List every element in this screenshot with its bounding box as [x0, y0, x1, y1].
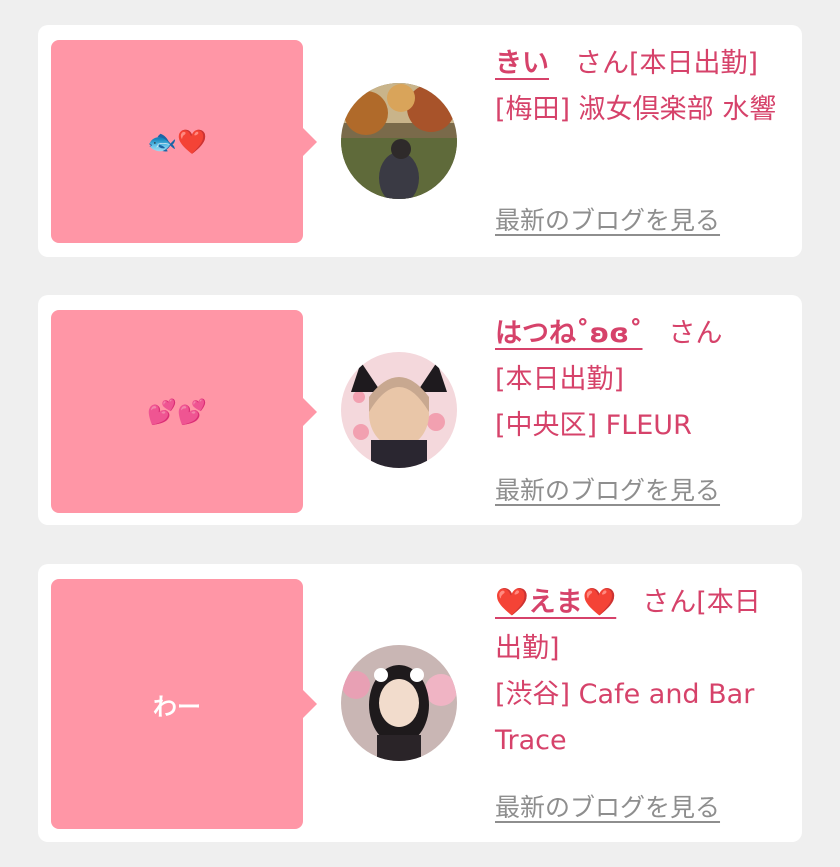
comment-text: 💕💕: [147, 397, 207, 426]
latest-blog-link[interactable]: 最新のブログを見る: [495, 788, 720, 824]
post-card: 🐟❤️ きい さん[本日出勤] [梅田] 淑女倶楽部 水響 最新のブログを見る: [38, 25, 802, 257]
comment-bubble: 🐟❤️: [51, 40, 317, 243]
honorific: さん: [575, 48, 629, 79]
comment-text: 🐟❤️: [147, 127, 207, 156]
comment-bubble: わー: [51, 579, 317, 829]
honorific: さん: [668, 318, 723, 349]
avatar-photo: [341, 645, 457, 761]
honorific: さん: [642, 587, 697, 618]
avatar-photo: [341, 352, 457, 468]
comment-bubble: 💕💕: [51, 310, 317, 513]
post-info: はつね˚ʚɞ˚ さん [本日出勤] [中央区] FLEUR: [495, 311, 786, 449]
cast-name-link[interactable]: きい: [495, 48, 549, 79]
latest-blog-link[interactable]: 最新のブログを見る: [495, 201, 720, 237]
post-info: ❤️えま❤️ さん[本日出勤] [渋谷] Cafe and Bar Trace: [495, 580, 786, 764]
latest-blog-link[interactable]: 最新のブログを見る: [495, 471, 720, 507]
post-info: きい さん[本日出勤] [梅田] 淑女倶楽部 水響: [495, 41, 786, 133]
post-card: 💕💕 はつね˚ʚɞ˚ さん [本日出勤] [中央区] FLEUR 最新のブログを見…: [38, 295, 802, 525]
cast-name-link[interactable]: ❤️えま❤️: [495, 587, 616, 618]
status-text: [本日出勤]: [629, 48, 759, 79]
avatar[interactable]: [341, 352, 457, 468]
shop-name: FLEUR: [605, 410, 692, 441]
area-text: [中央区]: [495, 410, 598, 441]
avatar-photo: [341, 83, 457, 199]
shop-name: 淑女倶楽部 水響: [578, 94, 777, 125]
comment-text: わー: [153, 692, 201, 721]
post-card: わー ❤️えま❤️ さん[本日出勤] [渋谷] Cafe and Bar Trac…: [38, 564, 802, 842]
area-text: [渋谷]: [495, 679, 571, 710]
status-text: [本日出勤]: [495, 364, 625, 395]
cast-name-link[interactable]: はつね˚ʚɞ˚: [495, 318, 643, 349]
area-text: [梅田]: [495, 94, 571, 125]
avatar[interactable]: [341, 83, 457, 199]
avatar[interactable]: [341, 645, 457, 761]
